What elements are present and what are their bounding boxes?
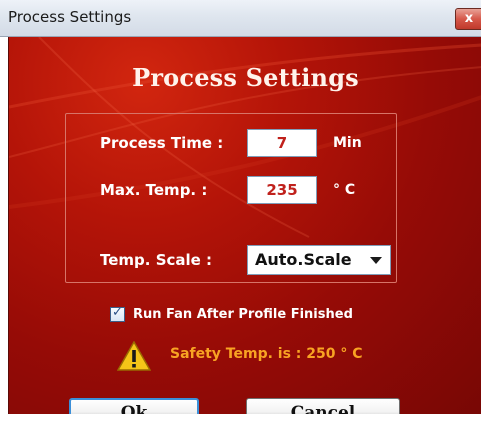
close-icon: x [464,11,474,26]
safety-temp-warning: Safety Temp. is : 250 ° C [170,346,363,362]
close-button[interactable]: x [455,8,481,30]
ok-button[interactable]: Ok [69,398,199,414]
process-settings-window: Process Settings x Process Settings Proc… [0,0,481,422]
cancel-button[interactable]: Cancel [246,398,400,414]
max-temp-label: Max. Temp. : [100,181,208,199]
chevron-down-icon[interactable] [370,257,382,264]
process-time-label: Process Time : [100,134,224,152]
temp-scale-selected: Auto.Scale [255,250,352,269]
title-bar[interactable]: Process Settings x [0,0,481,37]
max-temp-unit: ° C [333,182,356,198]
temp-scale-dropdown[interactable]: Auto.Scale [247,245,391,275]
dialog-body: Process Settings Process Time : 7 Min Ma… [8,37,481,414]
checkmark-icon: ✓ [112,305,123,320]
temp-scale-label: Temp. Scale : [100,251,213,269]
process-time-input[interactable]: 7 [247,129,317,157]
dialog-heading: Process Settings [132,63,359,92]
process-time-unit: Min [333,135,362,151]
run-fan-checkbox[interactable]: ✓ [110,305,125,322]
window-title: Process Settings [8,8,132,26]
run-fan-label[interactable]: Run Fan After Profile Finished [133,307,353,322]
max-temp-input[interactable]: 235 [247,176,317,204]
warning-icon [117,341,151,371]
